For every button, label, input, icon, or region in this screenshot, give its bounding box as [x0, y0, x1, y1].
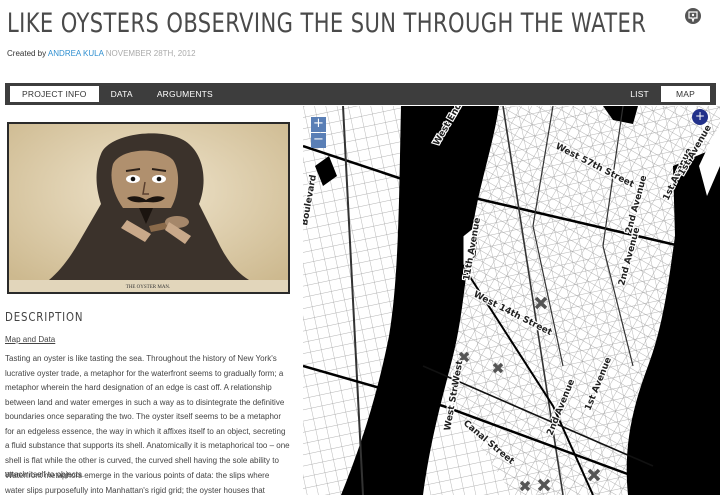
map-view[interactable]: West 57th Street West 14th Street Canal …	[303, 106, 720, 495]
zoom-in-button[interactable]: +	[311, 117, 326, 132]
tab-map[interactable]: MAP	[660, 86, 710, 102]
location-pin-button[interactable]	[685, 8, 701, 24]
description-paragraph-2: Waterfront metaphors emerge in the vario…	[5, 471, 270, 495]
byline: Created by ANDREA KULA NOVEMBER 28TH, 20…	[7, 49, 196, 58]
page-title: LIKE OYSTERS OBSERVING THE SUN THROUGH T…	[7, 8, 647, 39]
tab-bar: PROJECT INFO DATA ARGUMENTS LIST MAP	[5, 83, 716, 105]
author-link[interactable]: ANDREA KULA	[48, 49, 104, 58]
add-marker-button[interactable]: +	[692, 109, 708, 125]
street-map: West 57th Street West 14th Street Canal …	[303, 106, 720, 495]
description-paragraph-1: Tasting an oyster is like tasting the se…	[5, 354, 290, 479]
map-and-data-link[interactable]: Map and Data	[5, 335, 55, 344]
tab-arguments[interactable]: ARGUMENTS	[145, 86, 225, 102]
publish-date: NOVEMBER 28TH, 2012	[105, 49, 196, 58]
tab-project-info[interactable]: PROJECT INFO	[10, 86, 99, 102]
artwork-caption: THE OYSTER MAN.	[126, 285, 171, 290]
project-info-panel: THE OYSTER MAN. DESCRIPTION Map and Data…	[5, 106, 300, 495]
tab-list[interactable]: LIST	[618, 86, 661, 102]
created-by-label: Created by	[7, 49, 47, 58]
oyster-man-image: THE OYSTER MAN.	[7, 122, 290, 294]
tab-data[interactable]: DATA	[99, 86, 145, 102]
zoom-out-button[interactable]: −	[311, 133, 326, 148]
description-heading: DESCRIPTION	[5, 310, 84, 324]
location-pin-icon	[688, 10, 698, 22]
